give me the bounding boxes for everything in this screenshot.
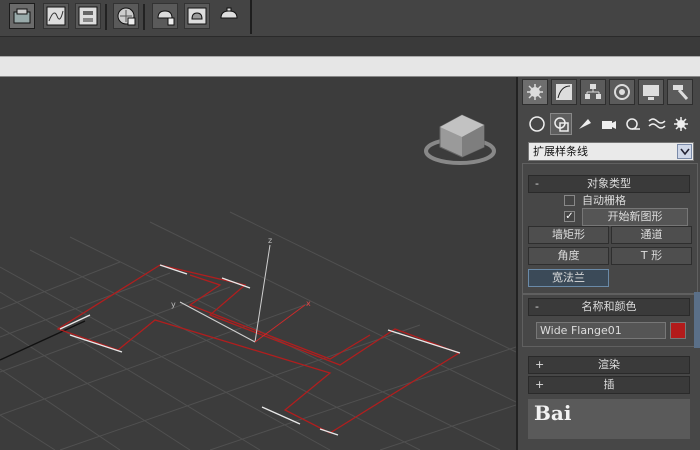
interpolation-title: 插 bbox=[603, 378, 615, 391]
space-warps-button[interactable] bbox=[646, 113, 668, 135]
camera-icon bbox=[602, 121, 616, 129]
auto-grid-label: 自动栅格 bbox=[582, 194, 626, 207]
utilities-tab[interactable] bbox=[667, 79, 693, 105]
material-editor-button[interactable] bbox=[113, 3, 139, 29]
category-dropdown[interactable]: 扩展样条线 bbox=[528, 142, 694, 161]
motion-icon bbox=[614, 84, 630, 100]
quick-render-button[interactable] bbox=[216, 3, 242, 29]
curve-editor-icon bbox=[46, 6, 66, 26]
light-icon bbox=[579, 119, 591, 129]
helpers-button[interactable] bbox=[622, 113, 644, 135]
perspective-viewport[interactable]: z y x bbox=[0, 77, 516, 450]
cameras-button[interactable] bbox=[598, 113, 620, 135]
create-tab[interactable] bbox=[522, 79, 548, 105]
rendered-frame-icon bbox=[187, 7, 207, 25]
axis-label-x: x bbox=[306, 299, 311, 308]
start-new-shape-button[interactable]: 开始新图形 bbox=[582, 208, 688, 226]
wide-flange-button[interactable]: 宽法兰 bbox=[528, 269, 609, 287]
ribbon-bar bbox=[0, 56, 700, 77]
modify-tab[interactable] bbox=[551, 79, 577, 105]
watermark-text: Bai bbox=[534, 401, 572, 425]
motion-tab[interactable] bbox=[609, 79, 635, 105]
layer-icon bbox=[13, 8, 31, 24]
lights-button[interactable] bbox=[574, 113, 596, 135]
hierarchy-tab[interactable] bbox=[580, 79, 606, 105]
object-color-swatch[interactable] bbox=[670, 322, 686, 339]
shapes-button[interactable] bbox=[550, 113, 572, 135]
viewcube[interactable] bbox=[424, 114, 496, 165]
schematic-view-button[interactable] bbox=[75, 3, 101, 29]
axis-label-y: y bbox=[171, 300, 176, 309]
layer-manager-button[interactable] bbox=[9, 3, 35, 29]
rollout-expand-sign: + bbox=[535, 378, 545, 391]
rollout-collapse-sign: - bbox=[535, 177, 539, 190]
rollout-collapse-sign: - bbox=[535, 300, 539, 313]
rollout-expand-sign: + bbox=[535, 358, 545, 371]
parameters-area: Bai bbox=[528, 399, 690, 439]
sphere-icon bbox=[529, 116, 545, 132]
start-new-shape-checkbox[interactable]: ✓ bbox=[564, 211, 575, 222]
interpolation-header[interactable]: + 插 bbox=[528, 376, 690, 394]
material-editor-icon bbox=[117, 7, 136, 26]
rendering-rollout: + 渲染 bbox=[528, 356, 690, 374]
dropdown-arrow[interactable] bbox=[677, 144, 692, 159]
rendered-frame-window-button[interactable] bbox=[184, 3, 210, 29]
rendering-header[interactable]: + 渲染 bbox=[528, 356, 690, 374]
hierarchy-icon bbox=[585, 84, 601, 99]
angle-button[interactable]: 角度 bbox=[528, 247, 609, 265]
wall-rectangle-button[interactable]: 墙矩形 bbox=[528, 226, 609, 244]
object-type-title: 对象类型 bbox=[587, 177, 631, 190]
hammer-icon bbox=[673, 85, 689, 100]
rendering-title: 渲染 bbox=[598, 358, 620, 371]
object-type-rollout: - 对象类型 bbox=[528, 175, 690, 193]
name-color-title: 名称和颜色 bbox=[581, 300, 637, 313]
axis-label-z: z bbox=[268, 236, 272, 245]
quick-render-icon bbox=[220, 7, 238, 19]
wave-icon bbox=[648, 118, 666, 129]
category-dropdown-value: 扩展样条线 bbox=[533, 145, 588, 158]
display-tab[interactable] bbox=[638, 79, 664, 105]
render-setup-icon bbox=[157, 10, 175, 26]
create-icon bbox=[527, 84, 543, 100]
name-color-header[interactable]: - 名称和颜色 bbox=[528, 298, 690, 316]
curve-editor-button[interactable] bbox=[43, 3, 69, 29]
tee-button[interactable]: T 形 bbox=[611, 247, 692, 265]
systems-button[interactable] bbox=[670, 113, 692, 135]
auto-grid-checkbox[interactable] bbox=[564, 195, 575, 206]
command-panel: 扩展样条线 - 对象类型 自动栅格 ✓ 开始新图形 墙矩形 通道 角度 T 形 … bbox=[516, 77, 700, 450]
render-setup-button[interactable] bbox=[152, 3, 178, 29]
chevron-down-icon bbox=[680, 148, 690, 156]
gear-icon bbox=[674, 117, 688, 131]
panel-scrollbar[interactable] bbox=[694, 292, 700, 348]
shapes-icon bbox=[554, 117, 569, 132]
channel-button[interactable]: 通道 bbox=[611, 226, 692, 244]
command-panel-tabs bbox=[520, 79, 696, 105]
main-toolbar bbox=[0, 0, 700, 36]
schematic-icon bbox=[78, 6, 98, 26]
tape-icon bbox=[626, 118, 640, 130]
display-icon bbox=[643, 85, 659, 100]
wide-flange-shape[interactable] bbox=[56, 264, 461, 434]
viewport-canvas: z y x bbox=[0, 114, 516, 450]
object-name-field[interactable]: Wide Flange01 bbox=[536, 322, 666, 339]
geometry-button[interactable] bbox=[526, 113, 548, 135]
modify-icon bbox=[556, 84, 572, 100]
create-subcategories bbox=[526, 113, 696, 135]
interpolation-rollout: + 插 bbox=[528, 376, 690, 394]
object-type-header[interactable]: - 对象类型 bbox=[528, 175, 690, 193]
toolbar-strip bbox=[0, 36, 700, 57]
name-color-rollout: - 名称和颜色 bbox=[528, 298, 690, 316]
